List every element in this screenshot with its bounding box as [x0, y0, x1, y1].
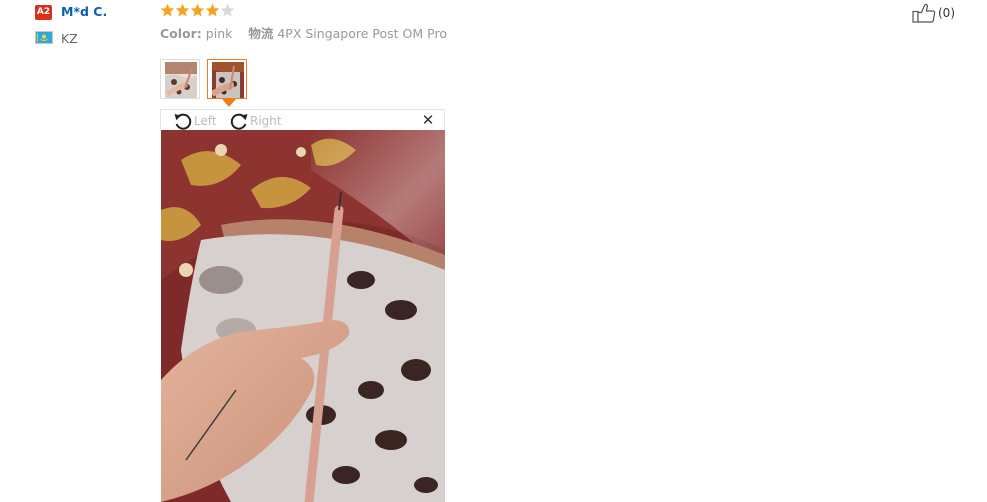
photo-thumbnail-image [165, 62, 197, 98]
review-photo-image [161, 130, 445, 502]
star-rating [160, 2, 235, 19]
star-filled-icon [205, 3, 220, 17]
star-filled-icon [160, 3, 175, 17]
color-value: pink [205, 26, 233, 41]
shipping-label: 物流 [248, 26, 274, 41]
rotate-right-button[interactable]: Right [228, 110, 282, 131]
review-photo-thumbnail[interactable] [160, 59, 200, 99]
review-meta: Color: pink 物流 4PX Singapore Post OM Pro [160, 25, 447, 42]
kazakhstan-flag-icon [35, 31, 53, 44]
photo-thumbnail-image [212, 62, 244, 98]
helpful-count: (0) [938, 6, 955, 20]
shipping-value: 4PX Singapore Post OM Pro [277, 26, 447, 41]
helpful-button[interactable]: (0) [912, 3, 955, 23]
review-photo-enlarged [161, 130, 445, 502]
reviewer-name[interactable]: M*d C. [61, 3, 107, 21]
rotate-left-label: Left [194, 113, 217, 128]
rotate-left-button[interactable]: Left [172, 110, 217, 131]
close-icon[interactable]: ✕ [421, 111, 435, 129]
rotate-right-label: Right [250, 113, 282, 128]
buyer-level-badge: A2 [35, 5, 52, 20]
star-filled-icon [175, 3, 190, 17]
reviewer-country: KZ [61, 31, 78, 46]
star-empty-icon [220, 3, 235, 17]
star-filled-icon [190, 3, 205, 17]
rotate-right-icon [230, 113, 248, 130]
photo-viewer-toolbar: Left Right ✕ [160, 109, 445, 130]
rotate-left-icon [174, 113, 192, 130]
color-label: Color: [160, 26, 202, 41]
review-photo-thumbnail-selected[interactable] [207, 59, 247, 99]
selected-thumbnail-pointer [222, 99, 236, 107]
thumbs-up-icon [912, 3, 936, 23]
